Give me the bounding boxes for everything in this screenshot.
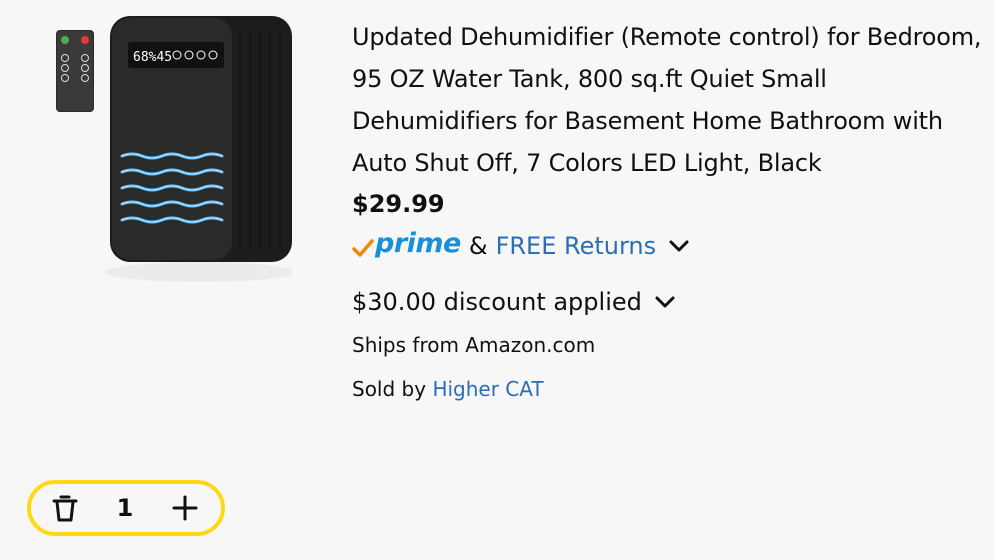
discount-text: $30.00 discount applied	[352, 288, 642, 316]
dehumidifier-body: 68%45	[110, 16, 292, 262]
delete-button[interactable]	[47, 490, 83, 526]
svg-text:68%45: 68%45	[133, 50, 172, 65]
prime-check-icon	[352, 239, 374, 257]
free-returns-link[interactable]: FREE Returns	[496, 232, 657, 260]
increase-quantity-button[interactable]	[167, 490, 203, 526]
sold-by-prefix: Sold by	[352, 377, 427, 401]
dehumidifier-image: 68%45	[56, 16, 295, 282]
remote-control	[56, 30, 94, 112]
trash-icon	[52, 495, 78, 522]
seller-link[interactable]: Higher CAT	[432, 377, 543, 401]
quantity-value: 1	[116, 494, 134, 522]
plus-icon	[172, 495, 198, 521]
product-title[interactable]: Updated Dehumidifier (Remote control) fo…	[352, 16, 988, 184]
quantity-stepper: 1	[27, 480, 225, 536]
sold-by: Sold by Higher CAT	[352, 374, 988, 404]
product-details: Updated Dehumidifier (Remote control) fo…	[352, 16, 988, 404]
prime-badge[interactable]: prime	[352, 228, 461, 259]
prime-row: prime & FREE Returns	[352, 224, 988, 268]
prime-label: prime	[375, 227, 461, 259]
ships-from: Ships from Amazon.com	[352, 333, 596, 357]
discount-row: $30.00 discount applied	[352, 280, 988, 324]
product-price: $29.99	[352, 190, 445, 218]
chevron-down-icon[interactable]	[652, 289, 678, 315]
product-image[interactable]: 68%45	[40, 10, 295, 286]
ampersand: &	[468, 232, 488, 260]
chevron-down-icon[interactable]	[666, 233, 692, 259]
